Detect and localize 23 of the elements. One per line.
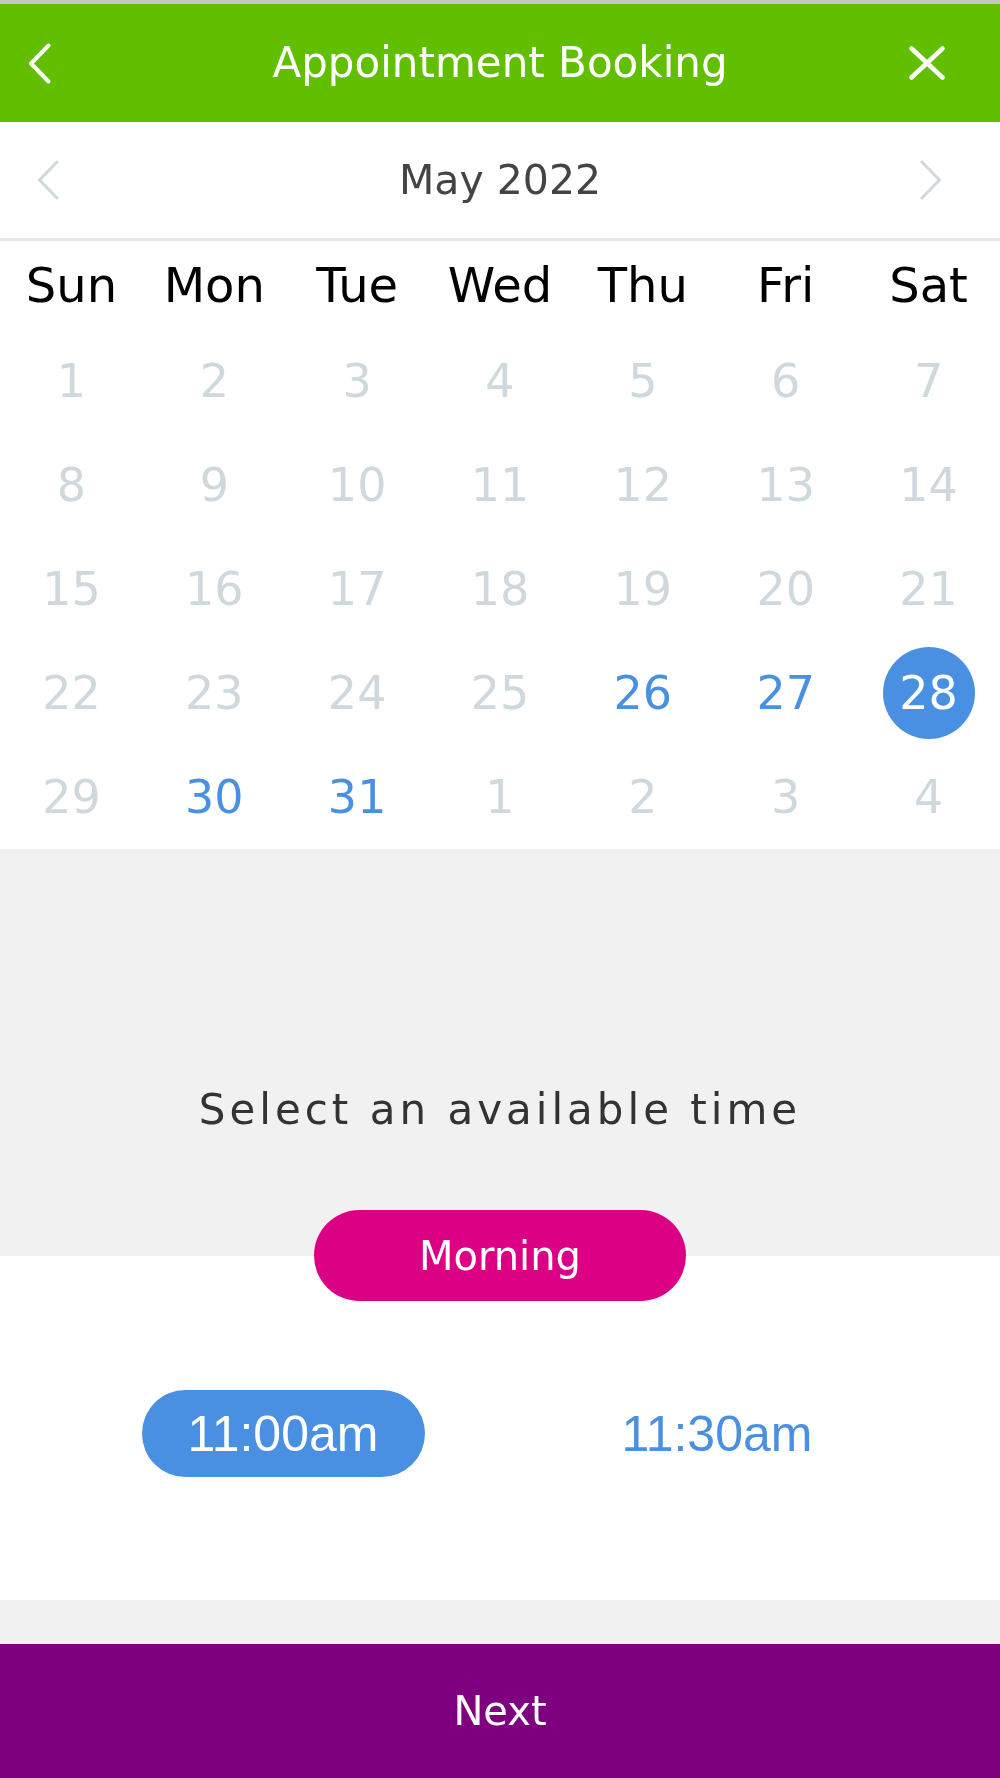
weekday-label: Mon bbox=[163, 261, 265, 309]
back-icon[interactable] bbox=[28, 42, 51, 84]
next-button[interactable]: Next bbox=[0, 1644, 1000, 1778]
calendar-day[interactable]: 28 bbox=[882, 647, 975, 739]
weekday-label: Tue bbox=[316, 261, 399, 309]
close-icon[interactable] bbox=[909, 46, 945, 80]
chevron-left-icon[interactable] bbox=[37, 160, 59, 200]
weekday-label: Fri bbox=[757, 261, 815, 309]
time-slot[interactable]: 11:00am bbox=[141, 1390, 425, 1477]
weekday-label: Sun bbox=[25, 261, 118, 309]
month-label: May 2022 bbox=[398, 159, 602, 201]
prompt-text: Select an available time bbox=[198, 1085, 802, 1135]
weekday-label: Sat bbox=[889, 261, 968, 309]
time-slot[interactable]: 11:30am bbox=[621, 1408, 813, 1459]
period-pill: Morning bbox=[314, 1210, 686, 1301]
chevron-right-icon[interactable] bbox=[920, 160, 942, 200]
calendar-day[interactable]: 31 bbox=[327, 774, 387, 820]
weekday-label: Thu bbox=[597, 261, 688, 309]
calendar-day[interactable]: 30 bbox=[185, 774, 244, 820]
header-title: Appointment Booking bbox=[272, 42, 728, 84]
calendar-day[interactable]: 27 bbox=[756, 670, 815, 716]
weekday-label: Wed bbox=[447, 261, 553, 309]
calendar-day[interactable]: 26 bbox=[613, 670, 673, 716]
